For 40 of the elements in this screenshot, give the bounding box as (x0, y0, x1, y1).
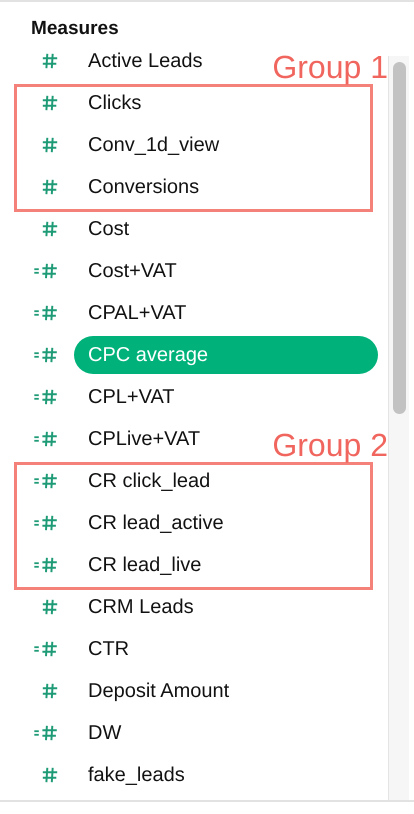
field-item[interactable]: Clicks (74, 84, 156, 122)
number-field-icon (41, 94, 59, 112)
field-item[interactable]: CPLive+VAT (74, 420, 214, 458)
number-field-icon (33, 724, 59, 742)
number-field-icon (33, 262, 59, 280)
group-label: Group 2 (272, 428, 388, 462)
field-item[interactable]: CRM Leads (74, 588, 208, 626)
number-field-icon (33, 514, 59, 532)
field-item[interactable]: Cost (74, 210, 144, 248)
field-item[interactable]: CR lead_active (74, 504, 238, 542)
field-item[interactable]: fake_leads (74, 756, 199, 794)
number-field-icon (41, 52, 59, 70)
field-item[interactable]: Conversions (74, 168, 214, 206)
panel-title: Measures (30, 17, 120, 40)
number-field-icon (41, 136, 59, 154)
field-item[interactable]: Active Leads (74, 42, 217, 80)
number-field-icon (33, 304, 59, 322)
number-field-icon (33, 556, 59, 574)
scrollbar-thumb[interactable] (393, 62, 406, 414)
field-item[interactable]: Conv_1d_view (74, 126, 234, 164)
field-item[interactable]: Deposit Amount (74, 672, 244, 710)
number-field-icon (41, 598, 59, 616)
field-item[interactable]: DW (74, 714, 136, 752)
number-field-icon (33, 472, 59, 490)
number-field-icon (41, 682, 59, 700)
number-field-icon (33, 388, 59, 406)
field-item[interactable]: CR click_lead (74, 462, 224, 500)
number-field-icon (33, 430, 59, 448)
number-field-icon (41, 220, 59, 238)
scrollbar-track[interactable] (388, 56, 409, 800)
field-item[interactable]: CTR (74, 630, 144, 668)
field-item[interactable]: CPAL+VAT (74, 294, 200, 332)
number-field-icon (33, 640, 59, 658)
number-field-icon (33, 346, 59, 364)
number-field-icon (41, 766, 59, 784)
field-item[interactable]: Cost+VAT (74, 252, 191, 290)
number-field-icon (41, 178, 59, 196)
field-item[interactable]: CPL+VAT (74, 378, 189, 416)
group-label: Group 1 (272, 50, 388, 84)
field-item[interactable]: CR lead_live (74, 546, 216, 584)
